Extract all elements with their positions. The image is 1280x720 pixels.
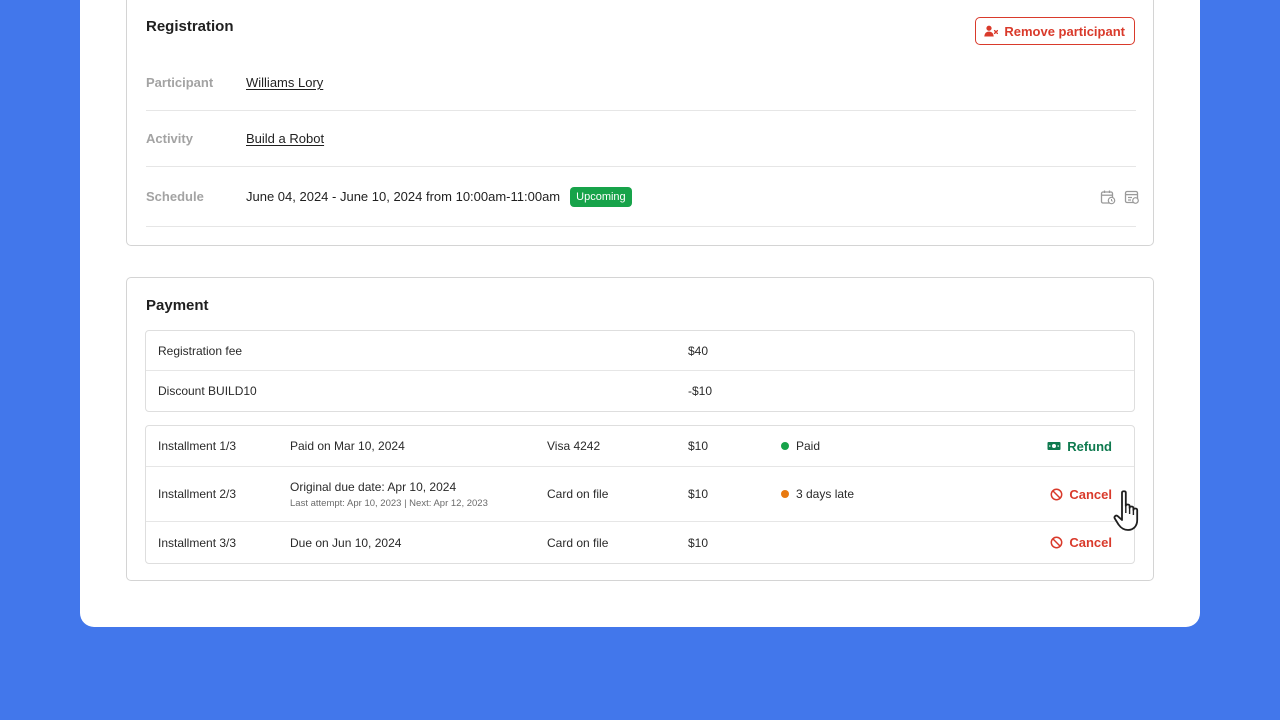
participant-link[interactable]: Williams Lory bbox=[246, 75, 323, 90]
participant-row: Participant Williams Lory bbox=[146, 55, 1136, 111]
payment-method: Card on file bbox=[547, 487, 609, 501]
payment-card: Payment Registration fee $40 Discount BU… bbox=[126, 277, 1154, 581]
installment-detail: Due on Jun 10, 2024 bbox=[290, 535, 402, 550]
cancel-label: Cancel bbox=[1069, 535, 1112, 550]
refund-button[interactable]: Refund bbox=[1047, 439, 1112, 454]
schedule-value: June 04, 2024 - June 10, 2024 from 10:00… bbox=[246, 189, 561, 204]
installment-detail-group: Original due date: Apr 10, 2024 Last att… bbox=[290, 480, 488, 509]
status-text: Paid bbox=[796, 439, 821, 453]
remove-participant-button[interactable]: Remove participant bbox=[975, 17, 1135, 45]
fee-label: Registration fee bbox=[158, 343, 243, 358]
refund-label: Refund bbox=[1067, 438, 1112, 454]
registration-card: Registration Remove participant Particip… bbox=[126, 0, 1154, 246]
fee-row: Discount BUILD10 -$10 bbox=[146, 371, 1134, 411]
installment-subdetail: Last attempt: Apr 10, 2023 | Next: Apr 1… bbox=[290, 497, 488, 509]
installment-status: 3 days late bbox=[781, 487, 854, 501]
activity-row: Activity Build a Robot bbox=[146, 111, 1136, 167]
installment-name: Installment 2/3 bbox=[158, 487, 237, 501]
installment-amount: $10 bbox=[688, 487, 709, 501]
schedule-actions bbox=[1100, 189, 1140, 205]
activity-link[interactable]: Build a Robot bbox=[246, 131, 324, 146]
installments-table: Installment 1/3 Paid on Mar 10, 2024 Vis… bbox=[145, 425, 1135, 564]
installment-row: Installment 1/3 Paid on Mar 10, 2024 Vis… bbox=[146, 426, 1134, 467]
fee-amount: $40 bbox=[688, 343, 709, 358]
fee-label: Discount BUILD10 bbox=[158, 384, 257, 398]
cancel-icon bbox=[1050, 488, 1063, 500]
schedule-label: Schedule bbox=[146, 189, 204, 204]
cancel-icon bbox=[1050, 536, 1063, 549]
fee-row: Registration fee $40 bbox=[146, 331, 1134, 371]
cancel-button[interactable]: Cancel bbox=[1050, 487, 1112, 502]
participant-label: Participant bbox=[146, 75, 214, 90]
calendar-settings-icon[interactable] bbox=[1124, 189, 1140, 205]
money-icon bbox=[1047, 442, 1061, 450]
cancel-label: Cancel bbox=[1069, 486, 1112, 502]
activity-label: Activity bbox=[146, 131, 193, 146]
status-dot bbox=[781, 442, 789, 450]
main-panel: Registration Remove participant Particip… bbox=[80, 0, 1200, 627]
calendar-icon[interactable] bbox=[1100, 189, 1116, 205]
status-text: 3 days late bbox=[796, 487, 855, 501]
installment-amount: $10 bbox=[688, 535, 709, 550]
remove-participant-label: Remove participant bbox=[1004, 23, 1125, 39]
registration-title: Registration bbox=[146, 18, 234, 35]
installment-detail: Paid on Mar 10, 2024 bbox=[290, 439, 405, 453]
installment-row: Installment 2/3 Original due date: Apr 1… bbox=[146, 467, 1134, 522]
remove-user-icon bbox=[984, 25, 999, 37]
status-dot bbox=[781, 490, 789, 498]
cancel-button[interactable]: Cancel bbox=[1050, 535, 1112, 550]
payment-method: Card on file bbox=[547, 535, 609, 550]
schedule-row: Schedule June 04, 2024 - June 10, 2024 f… bbox=[146, 167, 1139, 227]
fee-amount: -$10 bbox=[688, 384, 713, 398]
status-badge: Upcoming bbox=[570, 186, 632, 207]
installment-row: Installment 3/3 Due on Jun 10, 2024 Card… bbox=[146, 522, 1134, 563]
payment-method: Visa 4242 bbox=[547, 439, 601, 453]
payment-title: Payment bbox=[146, 297, 209, 314]
hand-pointer-icon bbox=[1113, 490, 1139, 531]
installment-detail: Original due date: Apr 10, 2024 bbox=[290, 479, 457, 494]
installment-name: Installment 3/3 bbox=[158, 535, 237, 550]
fees-table: Registration fee $40 Discount BUILD10 -$… bbox=[145, 330, 1135, 412]
installment-status: Paid bbox=[781, 439, 820, 453]
installment-name: Installment 1/3 bbox=[158, 439, 237, 453]
installment-amount: $10 bbox=[688, 439, 709, 453]
